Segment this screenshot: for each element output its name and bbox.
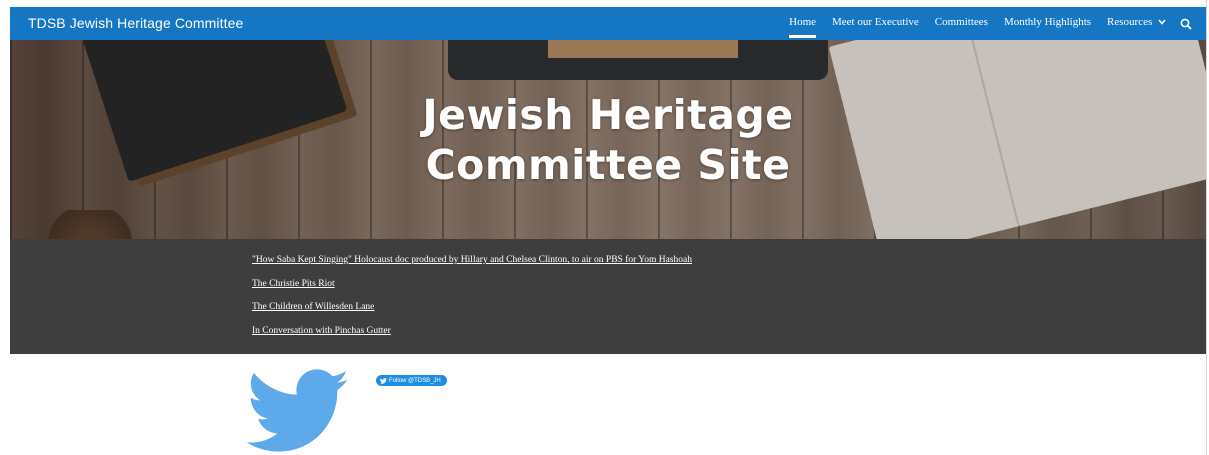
nav-monthly-highlights[interactable]: Monthly Highlights: [1004, 7, 1091, 40]
nav-meet-our-executive[interactable]: Meet our Executive: [832, 7, 919, 40]
page-edge-divider: [1206, 0, 1207, 455]
hero-title: Jewish Heritage Committee Site: [10, 90, 1206, 190]
nav-meet-our-executive-label: Meet our Executive: [832, 16, 919, 28]
nav-home-label: Home: [789, 16, 817, 28]
hero-banner: Jewish Heritage Committee Site: [10, 40, 1206, 239]
link-christie-pits-riot[interactable]: The Christie Pits Riot: [252, 279, 692, 289]
nav-resources-label: Resources: [1107, 16, 1153, 28]
main-nav: Home Meet our Executive Committees Month…: [773, 7, 1194, 40]
featured-links-list: "How Saba Kept Singing" Holocaust doc pr…: [252, 255, 692, 349]
twitter-follow-label: Follow @TDSB_JH: [389, 377, 441, 384]
link-how-saba-kept-singing[interactable]: "How Saba Kept Singing" Holocaust doc pr…: [252, 255, 692, 265]
link-children-of-willesden-lane[interactable]: The Children of Willesden Lane: [252, 302, 692, 312]
nav-committees[interactable]: Committees: [935, 7, 988, 40]
search-icon[interactable]: [1180, 17, 1194, 31]
twitter-follow-button[interactable]: Follow @TDSB_JH: [376, 375, 447, 386]
nav-home[interactable]: Home: [789, 7, 816, 40]
twitter-small-icon: [380, 377, 387, 384]
top-navigation-bar: TDSB Jewish Heritage Committee Home Meet…: [10, 7, 1206, 40]
featured-links-section: "How Saba Kept Singing" Holocaust doc pr…: [10, 239, 1206, 354]
hero-title-line1: Jewish Heritage: [422, 91, 794, 139]
site-title[interactable]: TDSB Jewish Heritage Committee: [28, 15, 243, 31]
page-frame: TDSB Jewish Heritage Committee Home Meet…: [10, 7, 1206, 455]
nav-monthly-highlights-label: Monthly Highlights: [1003, 16, 1092, 28]
link-conversation-pinchas-gutter[interactable]: In Conversation with Pinchas Gutter: [252, 326, 692, 336]
chevron-down-icon: [1158, 7, 1166, 38]
nav-resources[interactable]: Resources: [1107, 7, 1166, 40]
nav-committees-label: Committees: [934, 16, 988, 28]
hero-title-line2: Committee Site: [425, 141, 791, 189]
twitter-bird-icon: [246, 369, 349, 452]
